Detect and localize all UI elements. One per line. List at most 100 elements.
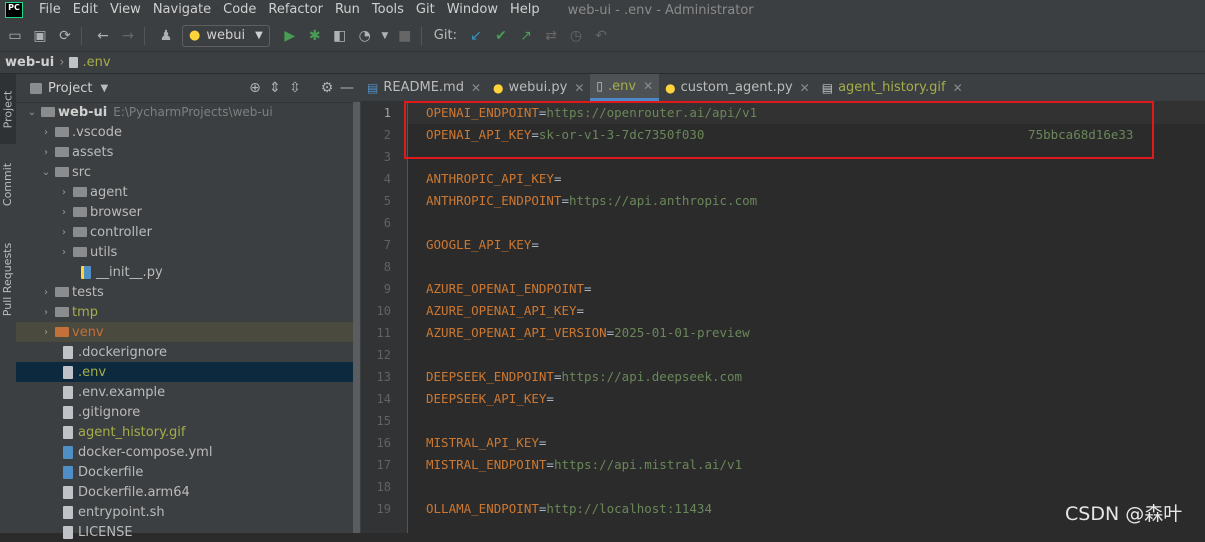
tab-env[interactable]: ▯ .env ✕ [590,74,660,101]
locate-icon[interactable]: ⊕ [245,80,265,96]
open-folder-icon[interactable]: ▭ [5,26,25,46]
chevron-right-icon[interactable]: › [40,127,52,138]
tool-tab-project[interactable]: Project [0,74,16,144]
chevron-right-icon[interactable]: › [58,207,70,218]
git-push-icon[interactable]: ↗ [516,26,536,46]
chevron-down-icon[interactable]: ⌄ [26,107,38,118]
scrollbar[interactable] [353,102,360,533]
history-icon[interactable]: ◷ [566,26,586,46]
rollback-icon[interactable]: ↶ [591,26,611,46]
menu-help[interactable]: Help [504,0,546,20]
run-icon[interactable]: ▶ [280,26,300,46]
tree-row-tmp[interactable]: › tmp [16,302,353,322]
profile-icon[interactable]: ◔ [355,26,375,46]
code-line[interactable]: ANTHROPIC_ENDPOINT=https://api.anthropic… [426,190,757,212]
tool-tab-pull-requests[interactable]: Pull Requests [0,224,16,334]
tree-row-init-py[interactable]: __init__.py [16,262,353,282]
tree-row-venv[interactable]: › venv [16,322,353,342]
menu-file[interactable]: File [33,0,67,20]
tree-row-env[interactable]: .env [16,362,353,382]
tab-agent-history-gif[interactable]: ▤ agent_history.gif ✕ [816,74,969,101]
menu-run[interactable]: Run [329,0,366,20]
forward-arrow-icon[interactable]: → [118,26,138,46]
tree-label: .dockerignore [78,344,168,360]
tree-row-entrypoint[interactable]: entrypoint.sh [16,502,353,522]
code-area[interactable]: OPENAI_ENDPOINT=https://openrouter.ai/ap… [408,102,1205,533]
tree-row-dockerfile[interactable]: Dockerfile [16,462,353,482]
chevron-right-icon[interactable]: › [58,247,70,258]
chevron-down-icon[interactable]: ⌄ [40,167,52,178]
menu-window[interactable]: Window [441,0,504,20]
tab-webui-py[interactable]: ● webui.py ✕ [487,74,590,101]
back-arrow-icon[interactable]: ← [93,26,113,46]
tree-row-dockerfile-arm64[interactable]: Dockerfile.arm64 [16,482,353,502]
menu-refactor[interactable]: Refactor [262,0,329,20]
tree-row-gitignore[interactable]: .gitignore [16,402,353,422]
menu-git[interactable]: Git [410,0,441,20]
gear-icon[interactable]: ⚙ [317,80,337,96]
tree-row-assets[interactable]: › assets [16,142,353,162]
collapse-all-icon[interactable]: ⇳ [285,80,305,96]
user-icon[interactable]: ♟ [156,26,176,46]
project-panel-title[interactable]: Project [48,81,92,96]
tree-row-vscode[interactable]: › .vscode [16,122,353,142]
tree-row-docker-compose[interactable]: docker-compose.yml [16,442,353,462]
stop-icon[interactable]: ■ [395,26,415,46]
chevron-down-icon[interactable]: ▼ [380,26,390,46]
chevron-right-icon[interactable]: › [40,147,52,158]
code-line[interactable]: AZURE_OPENAI_API_VERSION=2025-01-01-prev… [426,322,750,344]
env-value: https://api.deepseek.com [561,369,743,384]
code-line[interactable]: DEEPSEEK_API_KEY= [426,388,554,410]
git-compare-icon[interactable]: ⇄ [541,26,561,46]
close-icon[interactable]: ✕ [800,81,810,95]
code-line[interactable]: GOOGLE_API_KEY= [426,234,539,256]
tree-row-browser[interactable]: › browser [16,202,353,222]
close-icon[interactable]: ✕ [574,81,584,95]
chevron-right-icon[interactable]: › [58,227,70,238]
breadcrumb-project[interactable]: web-ui [5,55,54,70]
git-commit-icon[interactable]: ✔ [491,26,511,46]
tab-readme-md[interactable]: ▤ README.md ✕ [361,74,487,101]
code-line[interactable]: MISTRAL_ENDPOINT=https://api.mistral.ai/… [426,454,742,476]
chevron-right-icon[interactable]: › [40,327,52,338]
tree-row-license[interactable]: LICENSE [16,522,353,542]
run-config-select[interactable]: ● webui ▼ [182,24,270,47]
close-icon[interactable]: ✕ [643,79,653,93]
tree-row-tests[interactable]: › tests [16,282,353,302]
menu-view[interactable]: View [104,0,147,20]
code-line[interactable]: AZURE_OPENAI_API_KEY= [426,300,584,322]
menu-code[interactable]: Code [217,0,262,20]
tree-row-web-ui[interactable]: ⌄ web-ui E:\PycharmProjects\web-ui [16,102,353,122]
chevron-right-icon[interactable]: › [58,187,70,198]
breadcrumb-file[interactable]: .env [82,55,110,70]
close-icon[interactable]: ✕ [471,81,481,95]
code-line[interactable]: OLLAMA_ENDPOINT=http://localhost:11434 [426,498,712,520]
hide-icon[interactable]: — [337,80,357,96]
code-line[interactable]: DEEPSEEK_ENDPOINT=https://api.deepseek.c… [426,366,742,388]
menu-tools[interactable]: Tools [366,0,410,20]
code-line[interactable]: ANTHROPIC_API_KEY= [426,168,561,190]
chevron-down-icon[interactable]: ▼ [100,83,108,94]
sync-icon[interactable]: ⟳ [55,26,75,46]
save-icon[interactable]: ▣ [30,26,50,46]
tree-row-env-example[interactable]: .env.example [16,382,353,402]
menu-edit[interactable]: Edit [67,0,104,20]
debug-icon[interactable]: ✱ [305,26,325,46]
chevron-right-icon[interactable]: › [40,307,52,318]
menu-navigate[interactable]: Navigate [147,0,217,20]
code-line[interactable]: AZURE_OPENAI_ENDPOINT= [426,278,592,300]
code-line[interactable]: MISTRAL_API_KEY= [426,432,546,454]
tab-custom-agent-py[interactable]: ● custom_agent.py ✕ [659,74,816,101]
git-update-icon[interactable]: ↙ [466,26,486,46]
expand-all-icon[interactable]: ⇕ [265,80,285,96]
coverage-icon[interactable]: ◧ [330,26,350,46]
tree-row-utils[interactable]: › utils [16,242,353,262]
tool-tab-commit[interactable]: Commit [0,154,16,214]
tree-row-src[interactable]: ⌄ src [16,162,353,182]
tree-row-controller[interactable]: › controller [16,222,353,242]
chevron-right-icon[interactable]: › [40,287,52,298]
tree-row-agent-history-gif[interactable]: agent_history.gif [16,422,353,442]
tree-row-agent[interactable]: › agent [16,182,353,202]
close-icon[interactable]: ✕ [953,81,963,95]
tree-row-dockerignore[interactable]: .dockerignore [16,342,353,362]
